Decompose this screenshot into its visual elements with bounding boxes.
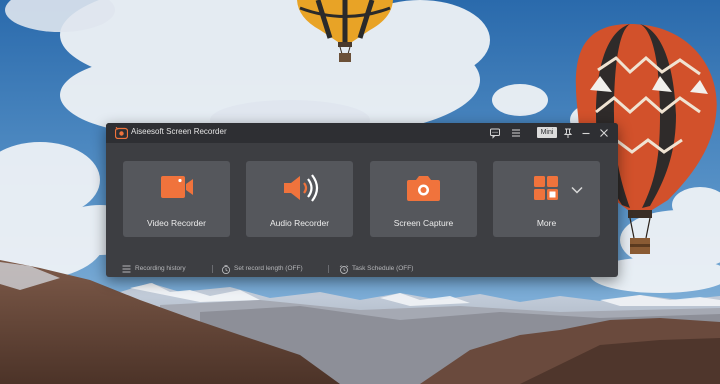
more-tools-button[interactable]: More [493, 161, 600, 237]
video-camera-icon [161, 176, 193, 198]
video-recorder-label: Video Recorder [147, 218, 206, 228]
recording-history-label: Recording history [135, 265, 186, 272]
app-title: Aiseesoft Screen Recorder [131, 127, 227, 136]
task-schedule-link[interactable]: Task Schedule (OFF) [339, 264, 439, 274]
audio-recorder-label: Audio Recorder [269, 218, 330, 228]
timer-icon [221, 265, 231, 274]
video-recorder-button[interactable]: Video Recorder [123, 161, 230, 237]
app-logo-icon [115, 127, 128, 139]
screen-capture-label: Screen Capture [393, 218, 454, 228]
speaker-icon [284, 174, 319, 202]
recording-history-link[interactable]: Recording history [122, 264, 217, 274]
mini-mode-button[interactable]: Mini [537, 127, 557, 138]
camera-icon [407, 176, 440, 201]
set-record-length-label: Set record length (OFF) [234, 265, 303, 272]
alarm-clock-icon [339, 265, 349, 274]
title-bar[interactable]: Aiseesoft Screen Recorder Mini [106, 123, 618, 143]
chevron-down-icon[interactable] [570, 185, 584, 195]
menu-icon[interactable] [510, 127, 522, 139]
pin-icon[interactable] [562, 127, 574, 139]
divider [328, 265, 329, 273]
feedback-icon[interactable] [489, 127, 501, 139]
screen-capture-button[interactable]: Screen Capture [370, 161, 477, 237]
status-bar: Recording history Set record length (OFF… [106, 261, 618, 277]
more-label: More [536, 218, 557, 228]
audio-recorder-button[interactable]: Audio Recorder [246, 161, 353, 237]
app-window: Aiseesoft Screen Recorder Mini Video Rec… [106, 123, 618, 277]
set-record-length-link[interactable]: Set record length (OFF) [221, 264, 331, 274]
close-icon[interactable] [598, 127, 610, 139]
minimize-icon[interactable] [580, 127, 592, 139]
divider [212, 265, 213, 273]
task-schedule-label: Task Schedule (OFF) [352, 265, 414, 272]
list-icon [122, 265, 131, 273]
